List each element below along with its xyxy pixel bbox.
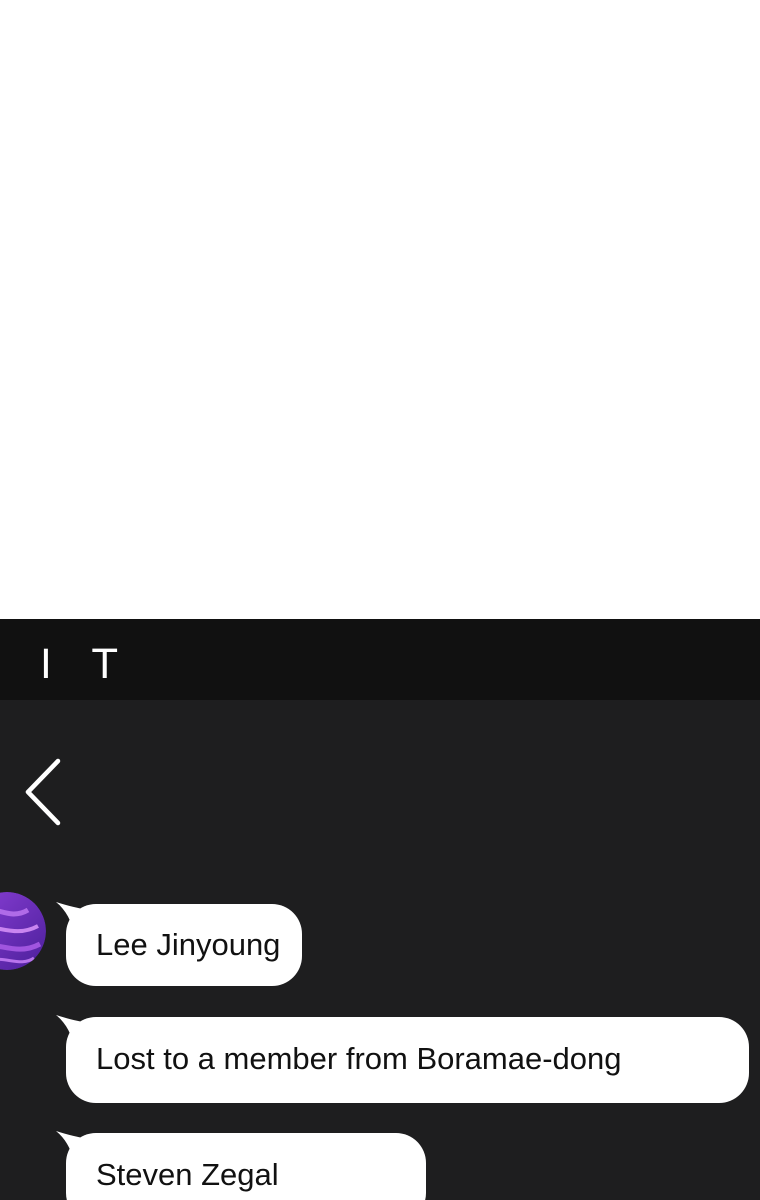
message-bubble[interactable]: Lost to a member from Boramae-dong <box>66 1017 749 1103</box>
message-text: Lee Jinyoung <box>96 927 281 962</box>
message-text: Steven Zegal <box>96 1157 279 1192</box>
chat-screen: I T Lee Jinyoung Lost to a member from B… <box>0 619 760 1200</box>
status-bar: I T <box>0 619 760 700</box>
back-button[interactable] <box>16 755 70 829</box>
avatar[interactable] <box>0 892 46 970</box>
blank-panel-area <box>0 0 760 619</box>
message-text: Lost to a member from Boramae-dong <box>96 1041 622 1076</box>
message-bubble[interactable]: Lee Jinyoung <box>66 904 302 986</box>
message-bubble[interactable]: Steven Zegal <box>66 1133 426 1200</box>
chevron-left-icon <box>16 755 70 829</box>
status-bar-text: I T <box>40 642 131 688</box>
